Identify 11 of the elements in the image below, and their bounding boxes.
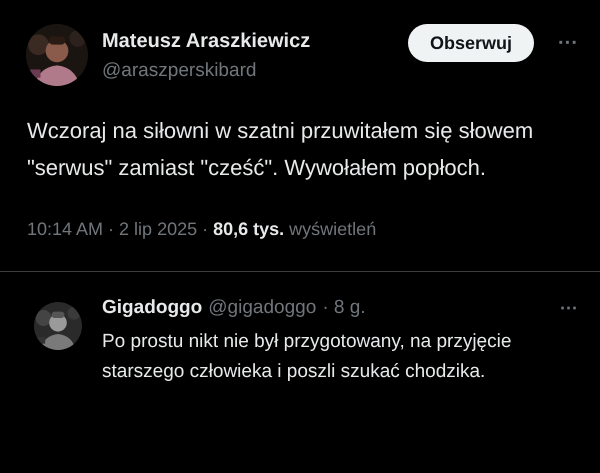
tweet-meta: 10:14 AM · 2 lip 2025 · 80,6 tys. wyświetleń: [26, 218, 378, 241]
reply-author-name[interactable]: Gigadoggo: [102, 294, 202, 322]
reply-text: Po prostu nikt nie był przygotowany, na przyjęcie starszego człowieka i poszli szukać chodzika.: [102, 330, 512, 384]
reply-author-handle[interactable]: @gigadoggo: [208, 294, 316, 322]
author-handle[interactable]: @araszperskibard: [102, 58, 310, 84]
reply-time: · 8 g.: [322, 296, 366, 320]
follow-button[interactable]: Obserwuj: [408, 24, 534, 62]
more-button[interactable]: ···: [558, 24, 578, 62]
author-name[interactable]: Mateusz Araszkiewicz: [102, 28, 310, 54]
tweet-text: Wczoraj na siłowni w szatni przuwitałem się słowem "serwus" zamiast "cześć". Wywołałem popłoch.: [26, 117, 534, 182]
more-button[interactable]: ···: [560, 294, 578, 322]
